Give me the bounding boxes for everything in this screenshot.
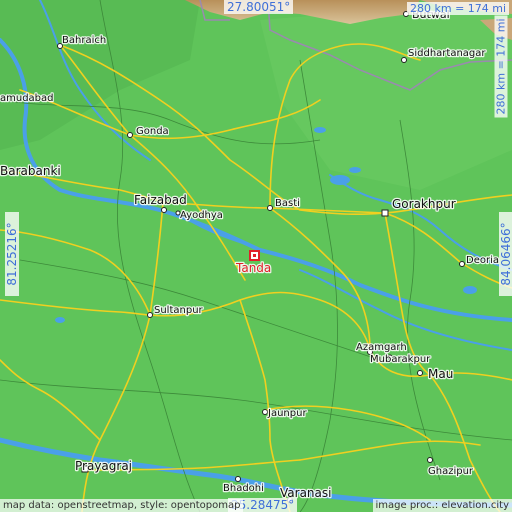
city-moradabad[interactable]: amudabad bbox=[0, 92, 55, 106]
city-label-gonda: Gonda bbox=[136, 126, 169, 137]
city-sultanpur[interactable]: Sultanpur bbox=[147, 304, 205, 318]
credit-map-data: map data: openstreetmap, style: opentopo… bbox=[0, 499, 244, 512]
city-label-sultanpur: Sultanpur bbox=[154, 305, 204, 316]
city-label-mau: Mau bbox=[428, 367, 453, 381]
city-label-faizabad: Faizabad bbox=[134, 193, 187, 207]
city-prayagraj[interactable]: Prayagraj bbox=[74, 458, 134, 475]
credit-image-proc: image proc.: elevation.city bbox=[372, 499, 512, 512]
city-jaunpur[interactable]: Jaunpur bbox=[262, 407, 309, 420]
tanda-marker-dot bbox=[253, 254, 256, 257]
scale-right: 280 km = 174 mi bbox=[494, 15, 508, 118]
city-label-jaunpur: Jaunpur bbox=[267, 408, 307, 419]
coord-top-latitude: 27.80051° bbox=[224, 0, 294, 14]
city-deoria[interactable]: Deoria bbox=[459, 254, 500, 267]
city-mau[interactable]: Mau bbox=[417, 366, 455, 382]
scale-top: 280 km = 174 mi bbox=[407, 2, 510, 15]
city-label-mubarakpur: Mubarakpur bbox=[370, 354, 431, 365]
city-gonda[interactable]: Gonda bbox=[127, 125, 170, 138]
city-ghazipur[interactable]: Ghazipur bbox=[427, 457, 475, 478]
city-label-siddhartanagar: Siddhartanagar bbox=[408, 48, 486, 59]
city-label-barabanki: Barabanki bbox=[0, 164, 61, 178]
map-canvas[interactable]: Butwal Bahraich Siddhartanagar amudabad … bbox=[0, 0, 512, 512]
city-ayodhya[interactable]: Ayodhya bbox=[175, 209, 224, 222]
city-azamgarh[interactable]: Azamgarh bbox=[355, 341, 408, 355]
coord-right-longitude: 84.06466° bbox=[499, 212, 512, 296]
city-bahraich[interactable]: Bahraich bbox=[57, 34, 107, 49]
tanda-label: Tanda bbox=[235, 261, 271, 275]
city-label-moradabad: amudabad bbox=[0, 93, 54, 104]
city-faizabad[interactable]: Faizabad bbox=[133, 192, 188, 213]
city-label-basti: Basti bbox=[275, 198, 300, 209]
coord-left-longitude: 81.25216° bbox=[5, 212, 19, 296]
city-mubarakpur[interactable]: Mubarakpur bbox=[369, 353, 433, 367]
city-label-azamgarh: Azamgarh bbox=[356, 342, 407, 353]
city-label-bahraich: Bahraich bbox=[62, 35, 106, 46]
city-barabanki[interactable]: Barabanki bbox=[0, 163, 62, 180]
city-layer: Butwal Bahraich Siddhartanagar amudabad … bbox=[0, 7, 500, 503]
city-siddhartanagar[interactable]: Siddhartanagar bbox=[401, 47, 488, 63]
city-label-ghazipur: Ghazipur bbox=[428, 466, 474, 477]
city-label-ayodhya: Ayodhya bbox=[180, 210, 223, 221]
city-bhadohi[interactable]: Bhadohi bbox=[222, 476, 265, 495]
city-label-prayagraj: Prayagraj bbox=[75, 459, 132, 473]
city-gorakhpur[interactable]: Gorakhpur bbox=[381, 196, 457, 217]
city-label-gorakhpur: Gorakhpur bbox=[392, 197, 456, 211]
tanda-marker[interactable]: Tanda bbox=[234, 250, 273, 276]
city-label-bhadohi: Bhadohi bbox=[223, 483, 264, 494]
city-basti[interactable]: Basti bbox=[267, 197, 301, 211]
city-label-deoria: Deoria bbox=[466, 255, 499, 266]
